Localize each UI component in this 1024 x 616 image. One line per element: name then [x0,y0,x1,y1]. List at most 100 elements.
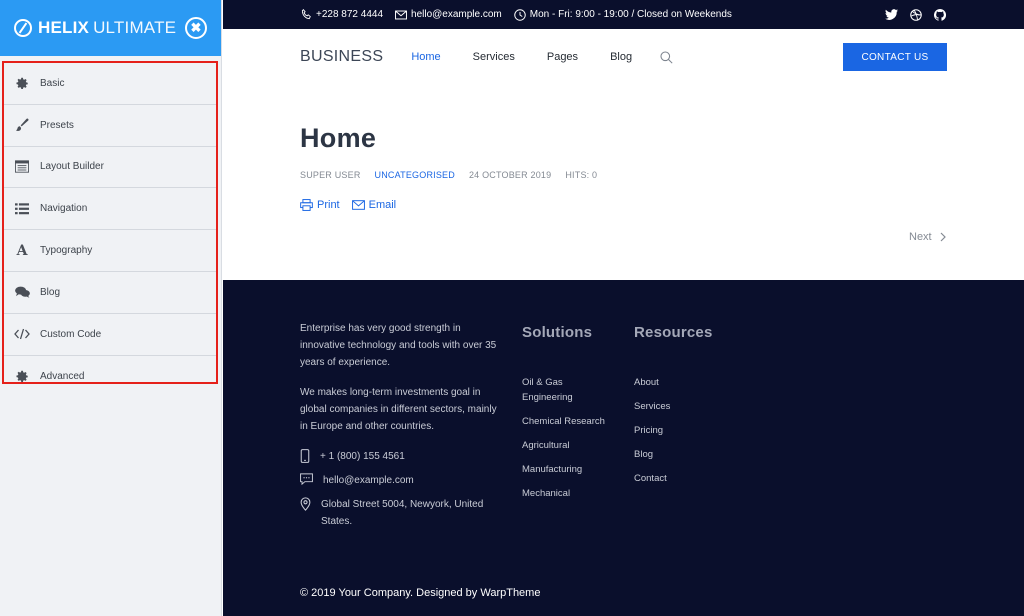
topbar-hours-text: Mon - Fri: 9:00 - 19:00 / Closed on Week… [529,9,732,20]
footer-resources: Resources About Services Pricing Blog Co… [634,324,724,495]
footer-link[interactable]: Oil & Gas Engineering [522,375,612,405]
footer-link[interactable]: About [634,375,724,390]
article-category[interactable]: UNCATEGORISED [375,170,455,180]
print-icon [300,199,313,211]
print-label: Print [317,199,340,211]
phone-icon [301,9,311,20]
article: Home SUPER USER UNCATEGORISED 24 OCTOBER… [300,85,950,280]
email-label: Email [368,199,397,211]
nav-home[interactable]: Home [411,51,440,63]
next-link[interactable]: Next [909,231,946,243]
contact-us-button[interactable]: CONTACT US [843,43,947,71]
article-date: 24 OCTOBER 2019 [468,170,552,180]
footer-link[interactable]: Chemical Research [522,414,612,429]
sidebar-item-typography[interactable]: A Typography [4,230,216,272]
site-brand[interactable]: BUSINESS [300,48,383,66]
main-nav: Home Services Pages Blog [411,50,673,64]
brush-icon [14,117,30,133]
topbar-contacts: +228 872 4444 hello@example.com Mon - Fr… [301,8,744,21]
sidebar-item-label: Advanced [40,370,85,382]
footer-link[interactable]: Contact [634,471,724,486]
footer-address: Global Street 5004, Newyork, United Stat… [300,496,500,530]
article-author: SUPER USER [300,170,361,180]
gear-icon [14,368,30,384]
clock-icon [514,8,526,21]
envelope-icon [351,200,365,210]
print-button[interactable]: Print [300,199,340,211]
helix-sidebar: HELIX ULTIMATE ✖ Basic Presets Layout Bu… [0,0,222,616]
topbar-email[interactable]: hello@example.com [395,9,502,20]
close-icon[interactable]: ✖ [185,17,207,39]
footer-resources-title: Resources [634,324,713,341]
chevron-right-icon [940,232,946,242]
sidebar-item-navigation[interactable]: Navigation [4,188,216,231]
gear-icon [14,75,30,91]
search-icon[interactable] [660,50,673,64]
footer-link[interactable]: Manufacturing [522,462,612,477]
sidebar-item-layout-builder[interactable]: Layout Builder [4,147,216,189]
github-icon[interactable] [934,8,946,21]
footer-link[interactable]: Services [634,399,724,414]
sidebar-item-label: Navigation [40,203,88,215]
chat-icon [300,473,313,485]
sidebar-item-blog[interactable]: Blog [4,272,216,314]
comments-icon [14,284,30,300]
next-label: Next [909,231,932,243]
top-bar: +228 872 4444 hello@example.com Mon - Fr… [223,0,1024,29]
footer-email-text: hello@example.com [323,475,414,486]
footer-link[interactable]: Mechanical [522,486,612,501]
footer-link[interactable]: Blog [634,447,724,462]
font-icon: A [16,242,28,259]
sidebar-header: HELIX ULTIMATE ✖ [0,0,221,56]
code-icon [14,326,30,342]
footer-email[interactable]: hello@example.com [300,472,500,489]
nav-pages[interactable]: Pages [547,51,578,63]
footer-solutions: Solutions Oil & Gas Engineering Chemical… [522,324,612,510]
logo-bold-text: HELIX [38,18,90,37]
site-footer: Enterprise has very good strength in inn… [223,280,1024,616]
footer-phone[interactable]: + 1 (800) 155 4561 [300,448,500,465]
map-marker-icon [300,497,311,511]
footer-about-text: We makes long-term investments goal in g… [300,387,497,432]
sidebar-item-advanced[interactable]: Advanced [4,356,216,398]
sidebar-item-custom-code[interactable]: Custom Code [4,314,216,356]
topbar-phone[interactable]: +228 872 4444 [301,9,383,20]
nav-blog[interactable]: Blog [610,51,632,63]
social-links [885,8,946,21]
footer-about-text: Enterprise has very good strength in inn… [300,323,497,368]
page-title: Home [300,123,377,153]
topbar-phone-text: +228 872 4444 [316,9,384,20]
helix-logo-icon [14,19,32,37]
logo-light-text: ULTIMATE [93,18,177,37]
sidebar-item-label: Blog [40,286,61,298]
layout-icon [14,159,30,175]
sidebar-item-label: Basic [40,77,65,89]
article-actions: Print Email [300,199,396,211]
email-button[interactable]: Email [351,199,397,211]
sidebar-item-label: Custom Code [40,328,102,340]
twitter-icon[interactable] [885,9,898,20]
article-meta: SUPER USER UNCATEGORISED 24 OCTOBER 2019… [300,170,597,180]
footer-solutions-title: Solutions [522,324,593,341]
topbar-email-text: hello@example.com [411,9,502,20]
footer-about: Enterprise has very good strength in inn… [300,320,500,537]
footer-phone-text: + 1 (800) 155 4561 [320,451,405,462]
topbar-hours: Mon - Fri: 9:00 - 19:00 / Closed on Week… [514,8,732,21]
sidebar-item-basic[interactable]: Basic [4,63,216,105]
helix-logo: HELIX ULTIMATE [14,18,176,38]
envelope-icon [395,10,407,19]
nav-services[interactable]: Services [473,51,515,63]
sidebar-item-label: Layout Builder [40,161,104,173]
list-icon [14,201,30,217]
sidebar-item-presets[interactable]: Presets [4,105,216,147]
copyright: © 2019 Your Company. Designed by WarpThe… [300,587,541,599]
sidebar-item-label: Typography [40,245,93,257]
site-header: BUSINESS Home Services Pages Blog CONTAC… [223,29,1024,85]
mobile-icon [300,449,310,463]
sidebar-menu: Basic Presets Layout Builder Navigation … [2,61,218,384]
footer-address-text: Global Street 5004, Newyork, United Stat… [321,499,484,527]
footer-link[interactable]: Pricing [634,423,724,438]
footer-link[interactable]: Agricultural [522,438,612,453]
sidebar-item-label: Presets [40,119,74,131]
dribbble-icon[interactable] [910,8,922,21]
